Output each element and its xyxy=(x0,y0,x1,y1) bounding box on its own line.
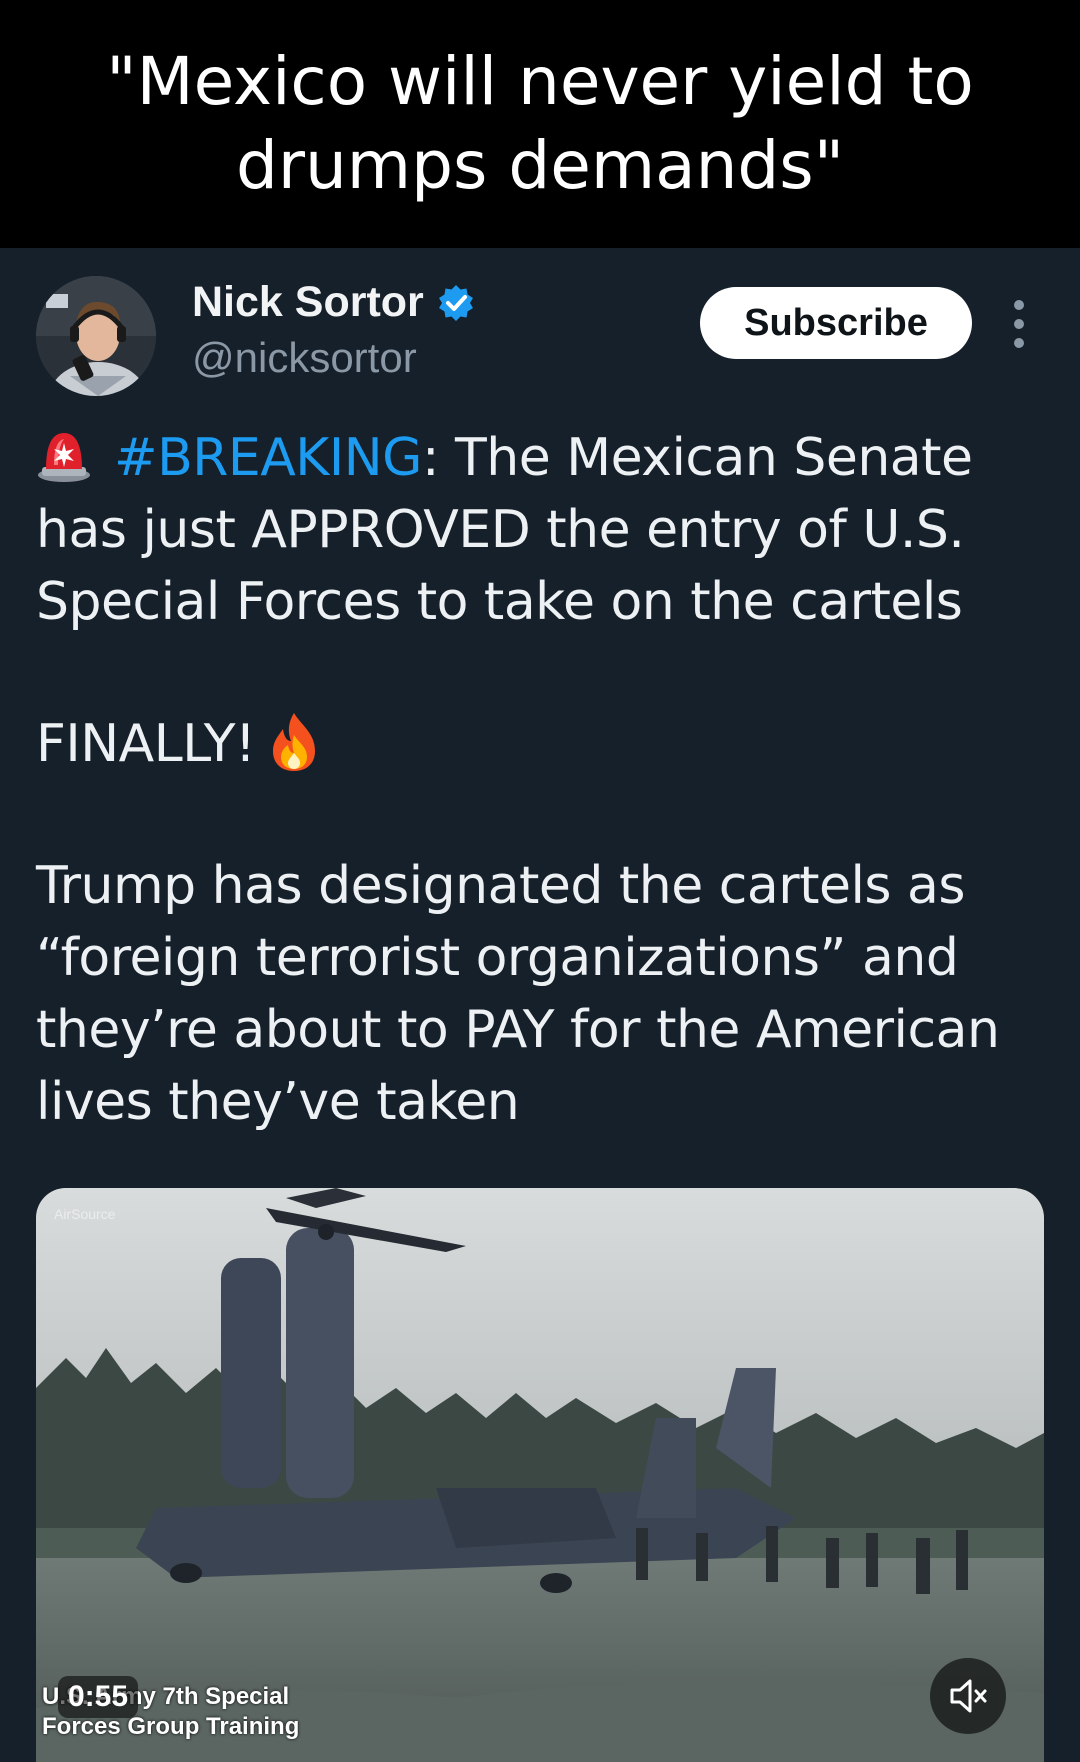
subscribe-button[interactable]: Subscribe xyxy=(700,287,972,359)
meme-caption-banner: "Mexico will never yield to drumps deman… xyxy=(0,0,1080,248)
video-thumbnail xyxy=(36,1188,1044,1762)
meme-caption: "Mexico will never yield to drumps deman… xyxy=(106,43,974,204)
author-handle[interactable]: @nicksortor xyxy=(192,334,417,382)
hashtag-link[interactable]: #BREAKING xyxy=(114,428,422,488)
tweet-paragraph-3: Trump has designated the cartels as “for… xyxy=(36,856,1000,1132)
more-vertical-icon[interactable] xyxy=(1004,300,1034,348)
video-duration: 0:55 xyxy=(58,1676,139,1718)
tweet-exclamation: FINALLY! xyxy=(36,714,256,774)
verified-badge-icon xyxy=(438,284,473,321)
video-watermark: AirSource xyxy=(54,1206,116,1222)
siren-emoji xyxy=(38,433,90,482)
author-name-text[interactable]: Nick Sortor xyxy=(192,278,424,327)
tweet-paragraph-2: FINALLY! xyxy=(36,708,1046,780)
volume-muted-icon[interactable] xyxy=(930,1658,1006,1734)
fire-emoji xyxy=(273,713,316,771)
tweet-text: #BREAKING: The Mexican Senate has just A… xyxy=(36,422,1046,1138)
avatar[interactable] xyxy=(36,276,156,396)
video-player[interactable]: AirSource U.S. Army 7th Special Forces G… xyxy=(36,1188,1044,1762)
author-name[interactable]: Nick Sortor xyxy=(192,278,476,327)
tweet-paragraph-1: #BREAKING: The Mexican Senate has just A… xyxy=(36,422,1046,638)
